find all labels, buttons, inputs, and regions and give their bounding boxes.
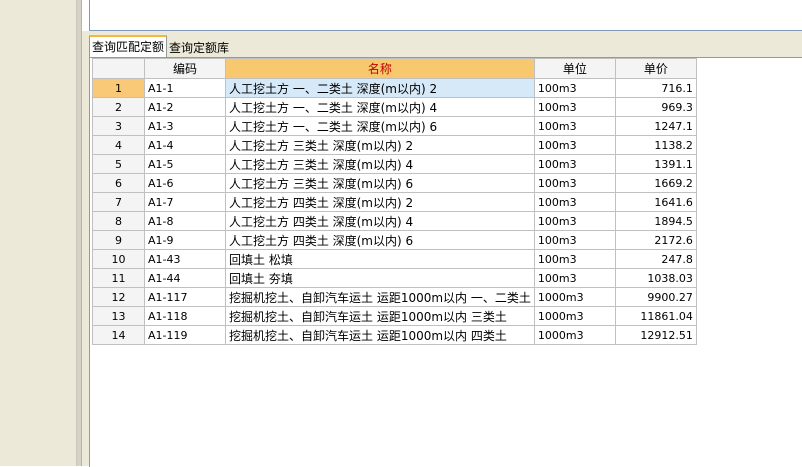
row-number[interactable]: 5	[92, 154, 145, 174]
row-number[interactable]: 11	[92, 268, 145, 288]
row-number[interactable]: 9	[92, 230, 145, 250]
cell-unit[interactable]: 1000m3	[533, 287, 616, 307]
table-row[interactable]: 3 A1-3 人工挖土方 一、二类土 深度(m以内) 6 100m3 1247.1	[92, 116, 697, 136]
table-row[interactable]: 9 A1-9 人工挖土方 四类土 深度(m以内) 6 100m3 2172.6	[92, 230, 697, 250]
cell-price[interactable]: 969.3	[614, 97, 697, 117]
header-name[interactable]: 名称	[225, 58, 535, 79]
table-row[interactable]: 2 A1-2 人工挖土方 一、二类土 深度(m以内) 4 100m3 969.3	[92, 97, 697, 117]
header-price[interactable]: 单价	[614, 58, 697, 79]
row-number[interactable]: 3	[92, 116, 145, 136]
cell-code[interactable]: A1-9	[144, 230, 226, 250]
cell-unit[interactable]: 100m3	[533, 249, 616, 269]
cell-code[interactable]: A1-5	[144, 154, 226, 174]
cell-unit[interactable]: 1000m3	[533, 306, 616, 326]
cell-unit[interactable]: 100m3	[533, 78, 616, 98]
cell-unit[interactable]: 100m3	[533, 230, 616, 250]
row-number[interactable]: 12	[92, 287, 145, 307]
row-number[interactable]: 6	[92, 173, 145, 193]
cell-code[interactable]: A1-118	[144, 306, 226, 326]
cell-code[interactable]: A1-7	[144, 192, 226, 212]
cell-price[interactable]: 2172.6	[614, 230, 697, 250]
cell-price[interactable]: 1247.1	[614, 116, 697, 136]
header-rownum[interactable]	[92, 58, 145, 79]
table-row[interactable]: 12 A1-117 挖掘机挖土、自卸汽车运土 运距1000m以内 一、二类土 1000…	[92, 287, 697, 307]
cell-name[interactable]: 人工挖土方 三类土 深度(m以内) 4	[225, 154, 535, 174]
cell-name[interactable]: 回填土 夯填	[225, 268, 535, 288]
row-number[interactable]: 13	[92, 306, 145, 326]
cell-unit[interactable]: 100m3	[533, 154, 616, 174]
quota-grid: 编码 名称 单位 单价 1 A1-1 人工挖土方 一、二类土 深度(m以内) 2 10…	[92, 58, 697, 345]
cell-unit[interactable]: 100m3	[533, 97, 616, 117]
table-row[interactable]: 5 A1-5 人工挖土方 三类土 深度(m以内) 4 100m3 1391.1	[92, 154, 697, 174]
row-number[interactable]: 4	[92, 135, 145, 155]
cell-price[interactable]: 9900.27	[614, 287, 697, 307]
cell-price[interactable]: 1894.5	[614, 211, 697, 231]
cell-name[interactable]: 人工挖土方 一、二类土 深度(m以内) 4	[225, 97, 535, 117]
cell-code[interactable]: A1-4	[144, 135, 226, 155]
cell-name[interactable]: 挖掘机挖土、自卸汽车运土 运距1000m以内 一、二类土	[225, 287, 535, 307]
table-row[interactable]: 14 A1-119 挖掘机挖土、自卸汽车运土 运距1000m以内 四类土 1000m3…	[92, 325, 697, 345]
cell-unit[interactable]: 100m3	[533, 211, 616, 231]
cell-unit[interactable]: 100m3	[533, 268, 616, 288]
table-row[interactable]: 7 A1-7 人工挖土方 四类土 深度(m以内) 2 100m3 1641.6	[92, 192, 697, 212]
cell-name[interactable]: 人工挖土方 四类土 深度(m以内) 6	[225, 230, 535, 250]
cell-price[interactable]: 1138.2	[614, 135, 697, 155]
cell-name[interactable]: 人工挖土方 三类土 深度(m以内) 6	[225, 173, 535, 193]
table-row[interactable]: 1 A1-1 人工挖土方 一、二类土 深度(m以内) 2 100m3 716.1	[92, 78, 697, 98]
splitter-handle[interactable]	[76, 0, 81, 466]
tab-quota-library[interactable]: 查询定额库	[167, 39, 232, 57]
table-row[interactable]: 13 A1-118 挖掘机挖土、自卸汽车运土 运距1000m以内 三类土 1000m3…	[92, 306, 697, 326]
row-number[interactable]: 10	[92, 249, 145, 269]
cell-unit[interactable]: 100m3	[533, 116, 616, 136]
cell-name[interactable]: 人工挖土方 一、二类土 深度(m以内) 6	[225, 116, 535, 136]
cell-code[interactable]: A1-3	[144, 116, 226, 136]
cell-code[interactable]: A1-119	[144, 325, 226, 345]
cell-code[interactable]: A1-6	[144, 173, 226, 193]
cell-name[interactable]: 人工挖土方 三类土 深度(m以内) 2	[225, 135, 535, 155]
cell-code[interactable]: A1-1	[144, 78, 226, 98]
table-row[interactable]: 8 A1-8 人工挖土方 四类土 深度(m以内) 4 100m3 1894.5	[92, 211, 697, 231]
cell-name[interactable]: 人工挖土方 四类土 深度(m以内) 2	[225, 192, 535, 212]
cell-code[interactable]: A1-117	[144, 287, 226, 307]
table-row[interactable]: 11 A1-44 回填土 夯填 100m3 1038.03	[92, 268, 697, 288]
cell-unit[interactable]: 100m3	[533, 173, 616, 193]
cell-code[interactable]: A1-2	[144, 97, 226, 117]
cell-price[interactable]: 12912.51	[614, 325, 697, 345]
cell-price[interactable]: 1669.2	[614, 173, 697, 193]
cell-code[interactable]: A1-8	[144, 211, 226, 231]
header-code[interactable]: 编码	[144, 58, 226, 79]
row-number[interactable]: 8	[92, 211, 145, 231]
header-unit[interactable]: 单位	[533, 58, 616, 79]
cell-name[interactable]: 挖掘机挖土、自卸汽车运土 运距1000m以内 四类土	[225, 325, 535, 345]
cell-unit[interactable]: 100m3	[533, 192, 616, 212]
table-row[interactable]: 4 A1-4 人工挖土方 三类土 深度(m以内) 2 100m3 1138.2	[92, 135, 697, 155]
cell-name[interactable]: 人工挖土方 四类土 深度(m以内) 4	[225, 211, 535, 231]
cell-code[interactable]: A1-44	[144, 268, 226, 288]
cell-name[interactable]: 挖掘机挖土、自卸汽车运土 运距1000m以内 三类土	[225, 306, 535, 326]
table-row[interactable]: 6 A1-6 人工挖土方 三类土 深度(m以内) 6 100m3 1669.2	[92, 173, 697, 193]
row-number[interactable]: 7	[92, 192, 145, 212]
table-row[interactable]: 10 A1-43 回填土 松填 100m3 247.8	[92, 249, 697, 269]
cell-price[interactable]: 716.1	[614, 78, 697, 98]
row-number[interactable]: 2	[92, 97, 145, 117]
cell-price[interactable]: 11861.04	[614, 306, 697, 326]
tab-match-quota[interactable]: 查询匹配定额	[89, 35, 168, 57]
cell-price[interactable]: 1641.6	[614, 192, 697, 212]
cell-unit[interactable]: 100m3	[533, 135, 616, 155]
tab-strip: 查询匹配定额 查询定额库	[89, 35, 232, 57]
cell-price[interactable]: 1038.03	[614, 268, 697, 288]
cell-unit[interactable]: 1000m3	[533, 325, 616, 345]
left-panel	[0, 0, 82, 466]
cell-price[interactable]: 247.8	[614, 249, 697, 269]
cell-name[interactable]: 回填土 松填	[225, 249, 535, 269]
top-panel	[89, 0, 802, 31]
cell-code[interactable]: A1-43	[144, 249, 226, 269]
row-number[interactable]: 14	[92, 325, 145, 345]
grid-header-row: 编码 名称 单位 单价	[92, 58, 697, 79]
row-number[interactable]: 1	[92, 78, 145, 98]
cell-price[interactable]: 1391.1	[614, 154, 697, 174]
cell-name[interactable]: 人工挖土方 一、二类土 深度(m以内) 2	[225, 78, 535, 98]
